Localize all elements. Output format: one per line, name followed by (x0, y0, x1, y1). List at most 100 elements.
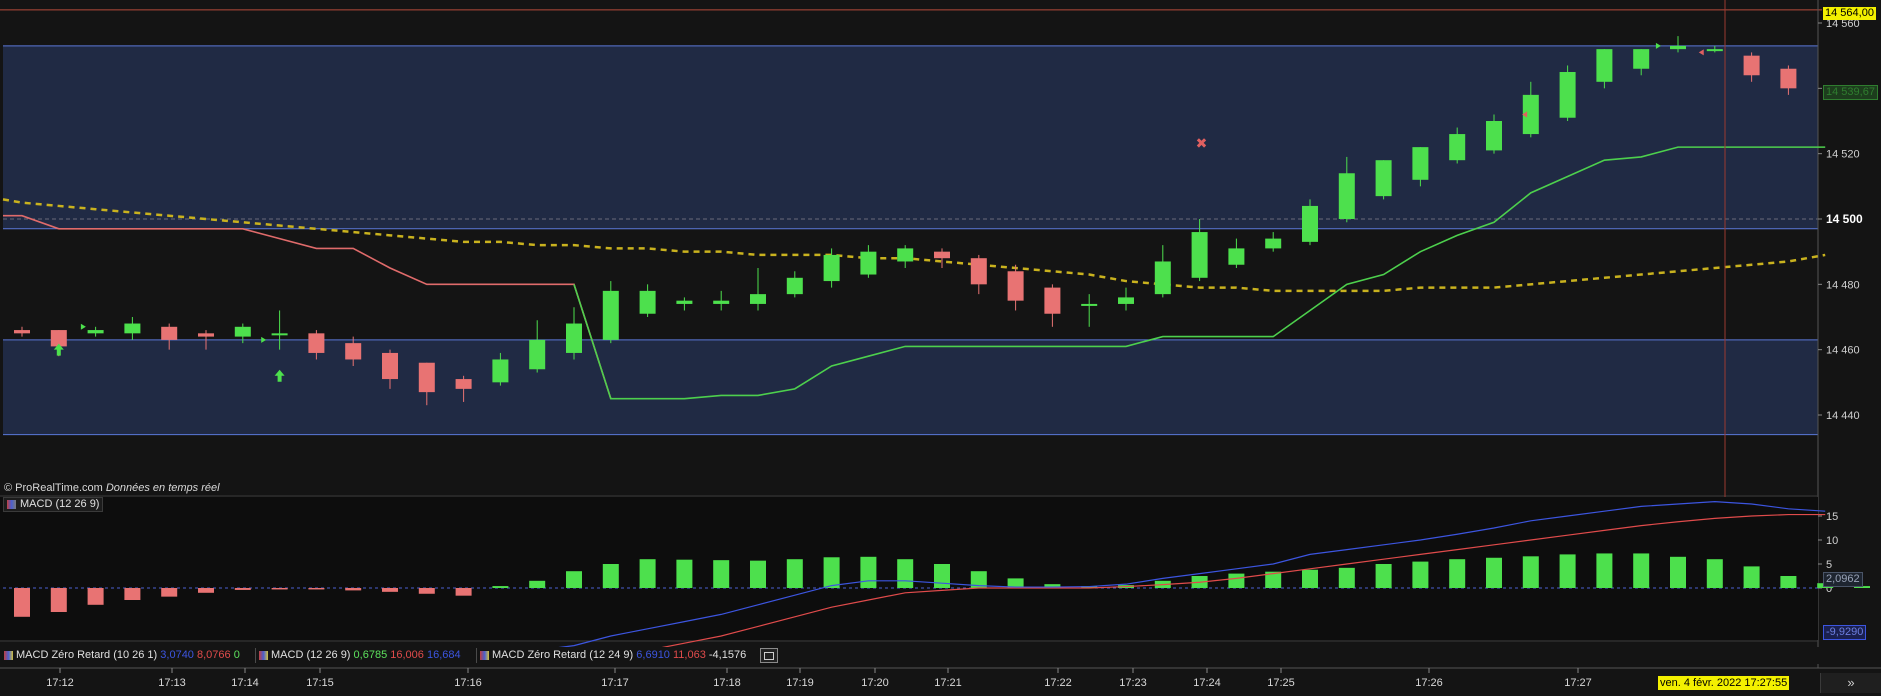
macd-histogram-bar (713, 560, 730, 588)
candle (1338, 173, 1355, 219)
time-tick-label: 17:21 (934, 677, 962, 689)
macd-histogram-bar (1412, 561, 1429, 588)
time-tick-label: 17:19 (786, 677, 814, 689)
legend-item-zero-lag-12-24-9[interactable]: MACD Zéro Retard (12 24 9) 6,6910 11,063… (478, 648, 746, 663)
macd-histogram-bar (1633, 553, 1650, 588)
macd-value-tag: -9,9290 (1823, 625, 1867, 640)
macd-histogram-bar (161, 588, 178, 597)
macd-histogram-bar (492, 586, 509, 588)
candle (1302, 205, 1318, 242)
candle (823, 254, 840, 282)
cursor-date-tag: ven. 4 févr. 2022 17:27:55 (1658, 676, 1790, 690)
legend-value: 11,063 (673, 649, 706, 661)
macd-tick-label: 15 (1826, 511, 1838, 523)
candle (1780, 68, 1797, 89)
legend-value: 3,0740 (160, 649, 194, 661)
macd-histogram-bar (934, 564, 950, 588)
legend-swatch (480, 651, 489, 660)
legend-value: 6,6910 (636, 649, 670, 661)
macd-histogram-bar (639, 559, 656, 588)
time-tick-label: 17:23 (1119, 677, 1147, 689)
legend-item-macd-12-26-9[interactable]: MACD (12 26 9) 0,6785 16,006 16,684 (257, 648, 461, 663)
candle (639, 290, 656, 314)
macd-histogram-bar (1486, 557, 1502, 588)
candle (1559, 72, 1576, 118)
candle (1486, 121, 1502, 151)
macd-histogram-bar (1338, 567, 1355, 588)
candle (1375, 160, 1392, 197)
macd-histogram-bar (1706, 559, 1723, 588)
macd-histogram-bar (271, 588, 288, 590)
candle (1191, 232, 1208, 278)
macd-histogram-bar (566, 571, 582, 588)
macd-histogram-bar (1596, 553, 1613, 588)
time-tick-label: 17:27 (1564, 677, 1592, 689)
macd-histogram-bar (860, 556, 877, 588)
candle (750, 294, 766, 304)
time-tick-label: 17:24 (1193, 677, 1221, 689)
legend-item-zero-lag-10-26-1[interactable]: MACD Zéro Retard (10 26 1) 3,0740 8,0766… (2, 648, 240, 663)
macd-histogram-bar (1743, 566, 1760, 588)
macd-panel-label[interactable]: MACD (12 26 9) (3, 497, 104, 512)
time-tick-label: 17:17 (601, 677, 629, 689)
legend-divider (476, 648, 477, 663)
candle (676, 300, 693, 304)
macd-histogram-bar (87, 588, 104, 605)
macd-histogram-bar (786, 559, 803, 588)
time-tick-label: 17:18 (713, 677, 741, 689)
channel-band (3, 339, 1818, 435)
candle (934, 251, 950, 259)
macd-histogram-bar (124, 588, 141, 600)
price-tick-label: 14 500 (1826, 212, 1863, 226)
macd-value-tag: 2,0962 (1823, 572, 1863, 587)
macd-histogram-bar (382, 588, 398, 592)
candle (87, 330, 104, 334)
candle (860, 251, 877, 275)
candle (234, 326, 251, 337)
price-tick-label: 14 520 (1826, 149, 1860, 161)
candle (161, 326, 178, 340)
candle (1118, 297, 1134, 304)
detach-window-icon[interactable] (760, 648, 778, 663)
candle (345, 343, 362, 360)
indicator-legend-bar: MACD Zéro Retard (10 26 1) 3,0740 8,0766… (0, 647, 1881, 664)
macd-histogram-bar (418, 588, 435, 594)
legend-value: 16,684 (426, 649, 461, 661)
macd-color-swatch (7, 500, 16, 509)
legend-value: 0 (233, 649, 240, 661)
macd-histogram-bar (308, 588, 325, 590)
time-tick-label: 17:26 (1415, 677, 1443, 689)
price-tick-label: 14 460 (1826, 345, 1860, 357)
legend-swatch (4, 651, 13, 660)
candle (786, 277, 803, 295)
candle (1044, 287, 1061, 314)
time-tick-label: 17:25 (1267, 677, 1295, 689)
macd-panel-title: MACD (12 26 9) (20, 498, 100, 510)
candle (382, 352, 398, 380)
candle (198, 333, 214, 337)
macd-histogram-bar (1302, 569, 1318, 588)
candle (492, 359, 509, 383)
legend-value: 0,6785 (353, 649, 388, 661)
exit-cross-icon: ✖ (1196, 136, 1208, 152)
legend-value: -4,1576 (708, 649, 747, 661)
candle (1670, 45, 1686, 50)
macd-histogram-bar (1449, 559, 1466, 588)
chart-canvas: 14 44014 46014 48014 50014 52014 54014 5… (0, 0, 1881, 696)
candle (1228, 248, 1245, 265)
legend-name: MACD Zéro Retard (10 26 1) (16, 649, 158, 661)
macd-histogram-bar (198, 588, 214, 593)
macd-histogram-bar (455, 588, 472, 596)
candle (455, 379, 472, 389)
candle (124, 323, 141, 334)
macd-tick-label: 5 (1826, 559, 1832, 571)
macd-histogram-bar (823, 557, 840, 588)
data-credit: © ProRealTime.com Données en temps réel (4, 482, 220, 494)
macd-histogram-bar (1559, 554, 1576, 588)
scroll-right-button[interactable]: » (1820, 673, 1881, 693)
time-tick-label: 17:22 (1044, 677, 1072, 689)
time-tick-label: 17:20 (861, 677, 889, 689)
candle (1007, 271, 1024, 301)
time-tick-label: 17:16 (454, 677, 482, 689)
candle (1743, 55, 1760, 76)
